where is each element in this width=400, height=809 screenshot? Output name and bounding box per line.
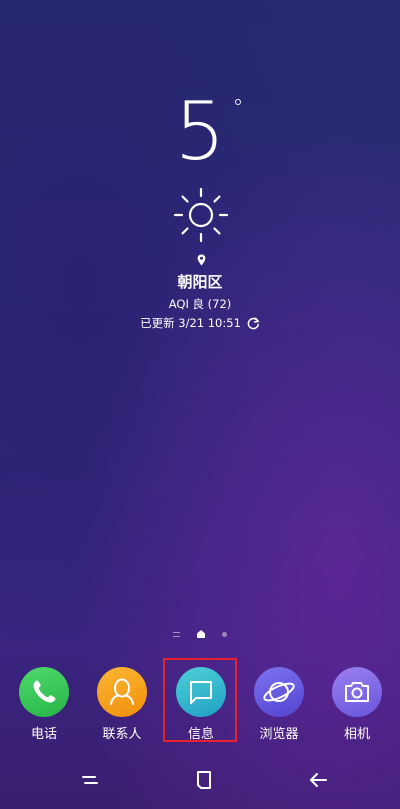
app-phone[interactable]: 电话 xyxy=(9,667,79,742)
app-contacts[interactable]: 联系人 xyxy=(87,667,157,742)
phone-icon xyxy=(19,667,69,717)
page-indicator-lines-icon xyxy=(173,631,180,637)
app-label-contacts: 联系人 xyxy=(102,727,142,742)
back-icon[interactable] xyxy=(306,768,330,792)
sun-icon xyxy=(173,187,229,243)
temperature-unit: ° xyxy=(232,96,244,121)
weather-widget[interactable]: 5 ° xyxy=(0,92,400,172)
app-label-phone: 电话 xyxy=(30,727,57,742)
location-pin-icon xyxy=(197,254,206,266)
navigation-bar xyxy=(0,765,400,795)
location-label: 朝阳区 xyxy=(177,273,223,291)
contacts-icon xyxy=(97,667,147,717)
home-screen: 5 ° 朝阳区 AQI 良 (72) 已更新 3/21 10:51 电话 联系人… xyxy=(0,0,400,809)
browser-icon xyxy=(254,667,304,717)
aqi-label: AQI 良 (72) xyxy=(168,297,232,311)
camera-icon xyxy=(332,667,382,717)
page-indicator[interactable] xyxy=(0,628,400,640)
updated-row: 已更新 3/21 10:51 xyxy=(0,315,400,331)
app-camera[interactable]: 相机 xyxy=(322,667,392,742)
recents-icon[interactable] xyxy=(78,768,102,792)
temperature-value: 5 ° xyxy=(174,85,244,178)
page-indicator-home-icon xyxy=(197,630,205,638)
refresh-icon[interactable] xyxy=(247,317,260,330)
app-browser[interactable]: 浏览器 xyxy=(244,667,314,742)
updated-time: 已更新 3/21 10:51 xyxy=(140,316,241,330)
home-icon[interactable] xyxy=(192,768,216,792)
app-label-messages: 信息 xyxy=(187,727,214,742)
page-indicator-dot-icon xyxy=(222,631,227,637)
app-label-camera: 相机 xyxy=(343,727,370,742)
app-label-browser: 浏览器 xyxy=(259,727,299,742)
app-messages[interactable]: 信息 xyxy=(166,667,236,742)
message-icon xyxy=(176,667,226,717)
